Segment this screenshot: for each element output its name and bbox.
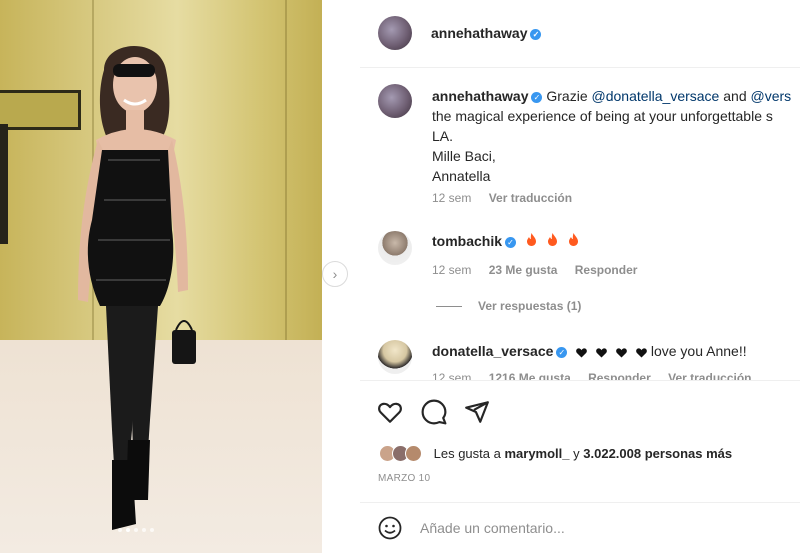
verified-badge-icon: ✓ (530, 28, 542, 40)
fire-icon (568, 233, 579, 249)
emoji-smiley-icon[interactable] (378, 516, 402, 540)
view-replies-label[interactable]: Ver respuestas (1) (478, 299, 581, 313)
comment: tombachik ✓ (432, 233, 579, 249)
post-header: annehathaway ✓ (360, 0, 800, 68)
commenter-avatar[interactable] (378, 340, 412, 374)
likes-user[interactable]: marymoll_ (504, 446, 569, 461)
comment: donatella_versace ✓ love you Anne!! (432, 343, 747, 359)
heart-outline-icon[interactable] (377, 399, 403, 425)
comment-translate-link[interactable]: Ver traducción (668, 371, 751, 380)
caption-translate-link[interactable]: Ver traducción (489, 191, 572, 205)
carousel-dot (142, 528, 146, 532)
comment-time[interactable]: 12 sem (432, 371, 471, 380)
share-paper-plane-icon[interactable] (464, 399, 490, 425)
likes-middle: y (573, 446, 580, 462)
replies-divider (436, 306, 462, 308)
comment-meta: 12 sem 23 Me gusta Responder (432, 263, 651, 277)
verified-badge-icon: ✓ (505, 236, 517, 248)
liker-avatar (405, 445, 422, 463)
comment-text: love you Anne!! (650, 343, 747, 359)
likes-summary[interactable]: Les gusta a marymoll_ y 3.022.008 person… (379, 445, 732, 463)
black-heart-icon (576, 348, 588, 358)
carousel-dot-active (126, 528, 130, 532)
reply-button[interactable]: Responder (575, 263, 638, 277)
carousel-dot (134, 528, 138, 532)
caption-username[interactable]: annehathaway (432, 88, 528, 104)
caption-time[interactable]: 12 sem (432, 191, 471, 205)
commenter-avatar[interactable] (378, 231, 412, 265)
person-figure (78, 45, 196, 530)
comment-clip-area: donatella_versace ✓ love you Anne!! 12 se… (360, 330, 800, 380)
author-username-text[interactable]: annehathaway (431, 25, 527, 41)
caption-grazie: Grazie (546, 88, 588, 104)
caption-and: and (723, 88, 747, 104)
comment-username[interactable]: tombachik (432, 233, 502, 249)
black-heart-icon (636, 348, 647, 358)
carousel-dot (118, 528, 122, 532)
comment-username[interactable]: donatella_versace (432, 343, 553, 359)
author-username[interactable]: annehathaway ✓ (431, 25, 542, 41)
reply-button[interactable]: Responder (588, 371, 651, 380)
likes-prefix: Les gusta a (433, 446, 501, 462)
verified-badge-icon: ✓ (531, 91, 543, 103)
black-heart-icon (616, 348, 627, 358)
mention-link[interactable]: @donatella_versace (592, 88, 720, 104)
comment-likes[interactable]: 1216 Me gusta (489, 371, 571, 380)
add-comment-bar[interactable]: Añade un comentario... (360, 502, 800, 553)
carousel-dot (150, 528, 154, 532)
post-photo[interactable] (0, 0, 322, 553)
black-heart-icon (596, 348, 608, 358)
author-avatar[interactable] (378, 16, 412, 50)
post-details-panel: annehathaway ✓ annehathaway ✓ Grazie @dona… (360, 0, 800, 553)
caption-author-avatar[interactable] (378, 84, 412, 118)
mention-link[interactable]: @vers (751, 88, 792, 104)
view-replies-button[interactable]: Ver respuestas (1) (436, 299, 581, 313)
fire-icon (547, 233, 558, 249)
likes-count[interactable]: 3.022.008 personas más (583, 446, 732, 461)
chevron-right-icon: › (332, 266, 338, 282)
comment-time[interactable]: 12 sem (432, 263, 471, 277)
caption-line: LA. (432, 128, 454, 144)
carousel-dots (118, 528, 154, 532)
comment-meta: 12 sem 1216 Me gusta Responder Ver tradu… (432, 371, 766, 380)
caption-line: the magical experience of being at your … (432, 108, 773, 124)
post-date[interactable]: MARZO 10 (378, 473, 430, 484)
instagram-post-view: › annehathaway ✓ annehathaway ✓ Grazie @do… (0, 0, 800, 553)
caption: annehathaway ✓ Grazie @donatella_versace … (432, 86, 800, 186)
carousel-next-button[interactable]: › (322, 261, 348, 287)
caption-line: Mille Baci, (432, 148, 496, 164)
caption-line: Annatella (432, 168, 491, 184)
comment-likes[interactable]: 23 Me gusta (489, 263, 558, 277)
fire-icon (526, 233, 537, 249)
post-actions: Les gusta a marymoll_ y 3.022.008 person… (360, 380, 800, 553)
verified-badge-icon: ✓ (556, 346, 568, 358)
comment-bubble-icon[interactable] (421, 399, 447, 425)
comment-input[interactable]: Añade un comentario... (420, 520, 565, 536)
caption-meta: 12 sem Ver traducción (432, 191, 586, 205)
